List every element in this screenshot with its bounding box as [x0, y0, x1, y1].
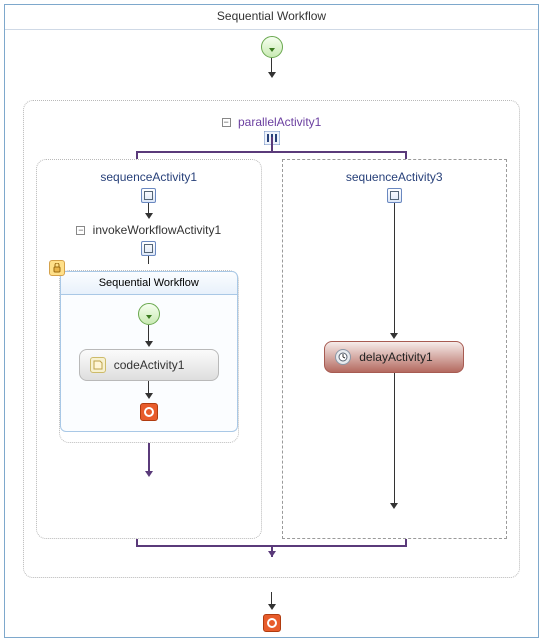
workflow-end-icon — [263, 614, 281, 632]
delay-activity-label: delayActivity1 — [359, 350, 432, 364]
workflow-title-bar: Sequential Workflow — [5, 5, 538, 30]
parallel-activity[interactable]: − parallelActivity1 sequenceActivity1 — [23, 100, 520, 578]
invoke-workflow-label: invokeWorkflowActivity1 — [93, 223, 221, 237]
invoke-icon — [141, 241, 156, 256]
code-activity-label: codeActivity1 — [114, 358, 185, 372]
arrow-down-icon — [145, 341, 153, 347]
workflow-start-icon — [261, 36, 283, 58]
designer-frame: Sequential Workflow − parallelActivity1 — [4, 4, 539, 638]
arrow-down-icon — [145, 213, 153, 219]
workflow-start-icon — [138, 303, 160, 325]
arrow-down-icon — [268, 604, 276, 610]
invoke-container[interactable]: Sequential Workflow — [59, 270, 239, 443]
clock-icon — [335, 349, 351, 365]
sequence-activity3-label: sequenceActivity3 — [291, 170, 499, 184]
workflow-title: Sequential Workflow — [217, 9, 326, 23]
sequence-icon — [141, 188, 156, 203]
branch-split-bar — [136, 145, 407, 159]
inner-workflow-title: Sequential Workflow — [99, 277, 199, 289]
branch-merge-bar — [136, 539, 407, 553]
collapse-toggle[interactable]: − — [76, 226, 85, 235]
lock-icon — [49, 260, 65, 276]
arrow-down-icon — [390, 503, 398, 509]
branch-right[interactable]: sequenceActivity3 delayActivity1 — [282, 159, 508, 539]
branch-left[interactable]: sequenceActivity1 − invokeWorkflowActivi… — [36, 159, 262, 539]
arrow-down-icon — [145, 393, 153, 399]
workflow-end-icon — [140, 403, 158, 421]
code-icon — [90, 357, 106, 373]
code-activity[interactable]: codeActivity1 — [79, 349, 219, 381]
arrow-down-icon — [268, 72, 276, 78]
parallel-label: parallelActivity1 — [238, 115, 321, 129]
canvas[interactable]: − parallelActivity1 sequenceActivity1 — [5, 30, 538, 638]
inner-workflow-header[interactable]: Sequential Workflow — [60, 271, 238, 295]
delay-activity[interactable]: delayActivity1 — [324, 341, 464, 373]
sequence-activity1-label: sequenceActivity1 — [45, 170, 253, 184]
sequence-icon — [387, 188, 402, 203]
collapse-toggle[interactable]: − — [222, 118, 231, 127]
arrow-down-icon — [145, 471, 153, 477]
arrow-down-icon — [390, 333, 398, 339]
